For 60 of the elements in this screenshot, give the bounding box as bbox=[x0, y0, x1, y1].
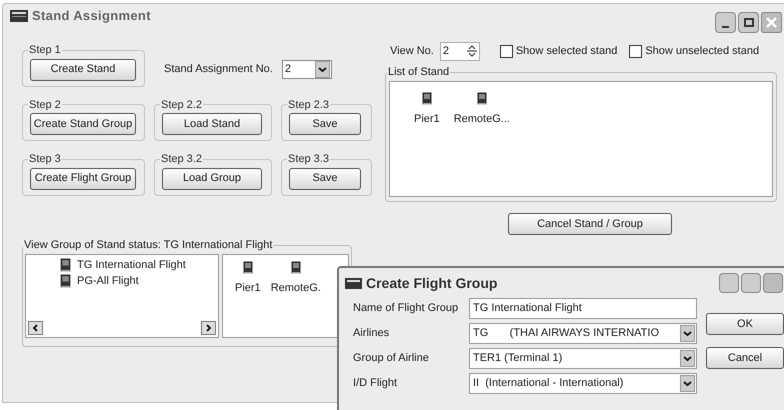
close-button[interactable] bbox=[763, 273, 783, 293]
field-label: Stand Assignment No. bbox=[164, 62, 273, 77]
push-button[interactable]: Load Stand bbox=[162, 113, 262, 135]
group-item-label[interactable]: PG-All Flight bbox=[77, 273, 139, 290]
window-title: Stand Assignment bbox=[32, 7, 151, 26]
group-item-label[interactable]: TG International Flight bbox=[77, 256, 186, 273]
scroll-left-button[interactable] bbox=[28, 320, 43, 334]
step-label: Step 2.3 bbox=[287, 98, 330, 112]
app-icon bbox=[345, 278, 362, 288]
stand-icon bbox=[290, 260, 301, 274]
dropdown-field[interactable]: TER1 (Terminal 1) bbox=[469, 348, 697, 369]
step-label: Step 1 bbox=[28, 43, 62, 58]
number-dropdown[interactable]: 2 bbox=[282, 60, 332, 79]
push-button[interactable]: Create Stand Group bbox=[30, 113, 136, 135]
push-button[interactable]: Save bbox=[289, 168, 361, 190]
stand-icon bbox=[60, 258, 71, 272]
push-button[interactable]: Cancel Stand / Group bbox=[508, 213, 672, 235]
field-label: Group of Airline bbox=[353, 351, 430, 366]
stand-item-label[interactable]: RemoteG... bbox=[454, 110, 510, 127]
checkbox-label: Show selected stand bbox=[516, 44, 618, 59]
step-label: Step 3.2 bbox=[160, 152, 203, 167]
push-button[interactable]: Save bbox=[289, 113, 361, 135]
dropdown-caret-icon[interactable] bbox=[680, 325, 695, 342]
dropdown-caret-icon[interactable] bbox=[680, 375, 695, 392]
spin-arrows-icon[interactable] bbox=[464, 43, 479, 59]
group-label: List of Stand bbox=[387, 65, 450, 80]
field-label: Airlines bbox=[353, 326, 390, 342]
stand-icon bbox=[422, 92, 432, 104]
field-label: View No. bbox=[390, 44, 434, 59]
step-label: Step 2.2 bbox=[160, 98, 203, 112]
push-button[interactable]: Load Group bbox=[162, 168, 262, 190]
push-button[interactable]: Create Stand bbox=[30, 58, 136, 80]
stand-item-label[interactable]: Pier1 bbox=[414, 110, 440, 127]
step-label: Step 3.3 bbox=[287, 152, 330, 167]
stand-item-label[interactable]: Pier1 bbox=[235, 280, 261, 296]
stand-icon bbox=[242, 260, 253, 274]
step-label: Step 3 bbox=[28, 152, 62, 167]
scroll-right-button[interactable] bbox=[201, 320, 216, 334]
dropdown-caret-icon[interactable] bbox=[314, 60, 330, 78]
dropdown-caret-icon[interactable] bbox=[680, 350, 695, 367]
text-field[interactable]: TG International Flight bbox=[469, 298, 697, 319]
dropdown-field[interactable]: II (International - International) bbox=[469, 373, 697, 394]
spin-field[interactable]: 2 bbox=[440, 42, 480, 60]
push-button[interactable]: Create Flight Group bbox=[30, 168, 136, 190]
dialog-title: Create Flight Group bbox=[366, 274, 498, 293]
stand-icon bbox=[476, 92, 487, 104]
step-label: Step 2 bbox=[28, 98, 62, 112]
stand-item-label[interactable]: RemoteG. bbox=[270, 280, 321, 296]
stand-icon bbox=[60, 274, 71, 288]
group-label: View Group of Stand status: TG International Flight bbox=[23, 238, 274, 253]
push-button[interactable]: Cancel bbox=[706, 347, 784, 369]
push-button[interactable]: OK bbox=[706, 313, 784, 335]
field-label: I/D Flight bbox=[353, 376, 398, 392]
field-label: Name of Flight Group bbox=[353, 301, 460, 316]
dropdown-field[interactable]: TG (THAI AIRWAYS INTERNATIO bbox=[469, 323, 697, 344]
checkbox[interactable] bbox=[629, 44, 642, 58]
checkbox-label: Show unselected stand bbox=[645, 44, 760, 59]
minimize-button[interactable] bbox=[715, 12, 736, 32]
app-icon bbox=[10, 10, 28, 22]
maximize-button[interactable] bbox=[738, 12, 759, 32]
